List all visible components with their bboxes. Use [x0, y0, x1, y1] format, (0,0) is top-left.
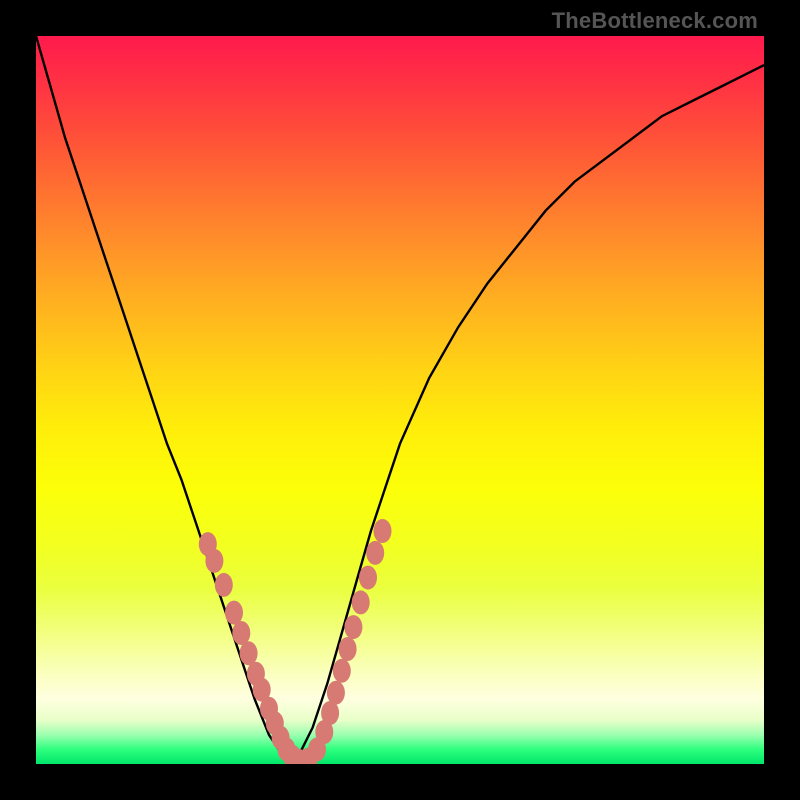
bottleneck-chart [36, 36, 764, 764]
marker-dot [352, 590, 370, 614]
marker-dot [359, 566, 377, 590]
marker-dot [225, 601, 243, 625]
attribution-text: TheBottleneck.com [552, 8, 758, 34]
marker-dot [374, 519, 392, 543]
marker-dot [215, 573, 233, 597]
marker-dot [240, 641, 258, 665]
marker-dot [333, 659, 351, 683]
marker-dot [205, 549, 223, 573]
marker-dot [327, 681, 345, 705]
marker-dot [339, 637, 357, 661]
plot-area [36, 36, 764, 764]
bottleneck-curve [36, 36, 764, 764]
marker-dot [344, 615, 362, 639]
chart-frame: TheBottleneck.com [0, 0, 800, 800]
marker-dot [366, 541, 384, 565]
